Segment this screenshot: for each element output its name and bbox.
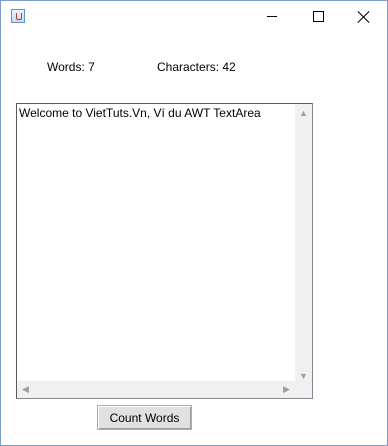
close-icon — [358, 11, 370, 23]
count-words-button[interactable]: Count Words — [97, 405, 192, 430]
client-area: Words: 7 Characters: 42 Welcome to VietT… — [1, 32, 387, 445]
minimize-button[interactable] — [249, 1, 295, 32]
close-button[interactable] — [341, 1, 387, 32]
java-app-icon[interactable] — [11, 9, 25, 23]
scrollbar-corner — [295, 381, 312, 398]
vertical-scrollbar[interactable]: ▲ ▼ — [295, 104, 312, 384]
scroll-up-arrow-icon[interactable]: ▲ — [295, 104, 312, 121]
maximize-button[interactable] — [295, 1, 341, 32]
text-area-content[interactable]: Welcome to VietTuts.Vn, Ví du AWT TextAr… — [19, 106, 261, 120]
minimize-icon — [267, 16, 277, 17]
scroll-right-arrow-icon[interactable]: ▶ — [278, 381, 295, 398]
horizontal-scrollbar[interactable]: ◀ ▶ — [17, 381, 295, 398]
scroll-left-arrow-icon[interactable]: ◀ — [17, 381, 34, 398]
title-bar[interactable] — [1, 1, 387, 32]
app-window: Words: 7 Characters: 42 Welcome to VietT… — [0, 0, 388, 446]
word-count-label: Words: 7 — [47, 60, 95, 74]
character-count-label: Characters: 42 — [157, 60, 236, 74]
maximize-icon — [312, 11, 324, 22]
text-area[interactable]: Welcome to VietTuts.Vn, Ví du AWT TextAr… — [16, 103, 313, 399]
